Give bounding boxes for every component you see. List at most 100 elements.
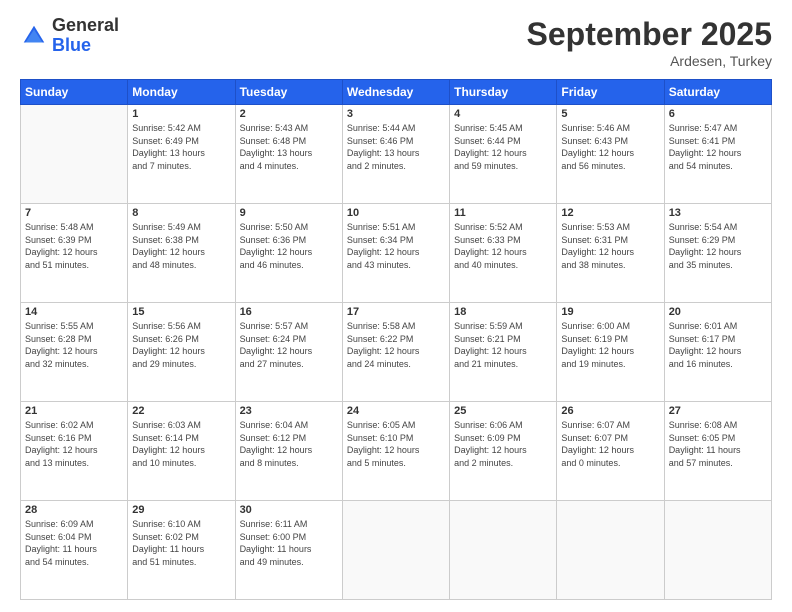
day-number: 8 [132,207,230,219]
calendar-cell [664,501,771,600]
calendar-cell: 30Sunrise: 6:11 AM Sunset: 6:00 PM Dayli… [235,501,342,600]
week-row-1: 1 Sunrise: 5:42 AM Sunset: 6:49 PM Daylig… [21,105,772,204]
calendar-cell: 7 Sunrise: 5:48 AM Sunset: 6:39 PM Daylig… [21,204,128,303]
calendar-cell: 13Sunrise: 5:54 AM Sunset: 6:29 PM Dayli… [664,204,771,303]
calendar-cell: 21Sunrise: 6:02 AM Sunset: 6:16 PM Dayli… [21,402,128,501]
day-number: 24 [347,405,445,417]
calendar-cell: 15 Sunrise: 5:56 AM Sunset: 6:26 PM Dayli… [128,303,235,402]
calendar-cell: 22Sunrise: 6:03 AM Sunset: 6:14 PM Dayli… [128,402,235,501]
col-saturday: Saturday [664,80,771,105]
calendar-cell: 10 Sunrise: 5:51 AM Sunset: 6:34 PM Dayli… [342,204,449,303]
day-info: Sunrise: 5:52 AM Sunset: 6:33 PM Dayligh… [454,221,552,271]
header-row: Sunday Monday Tuesday Wednesday Thursday… [21,80,772,105]
day-info: Sunrise: 6:03 AM Sunset: 6:14 PM Dayligh… [132,419,230,469]
day-info: Sunrise: 5:55 AM Sunset: 6:28 PM Dayligh… [25,320,123,370]
calendar-cell: 16 Sunrise: 5:57 AM Sunset: 6:24 PM Dayli… [235,303,342,402]
day-number: 11 [454,207,552,219]
day-info: Sunrise: 5:44 AM Sunset: 6:46 PM Dayligh… [347,122,445,172]
day-info: Sunrise: 5:48 AM Sunset: 6:39 PM Dayligh… [25,221,123,271]
col-tuesday: Tuesday [235,80,342,105]
day-number: 12 [561,207,659,219]
day-info: Sunrise: 6:10 AM Sunset: 6:02 PM Dayligh… [132,518,230,568]
day-info: Sunrise: 5:56 AM Sunset: 6:26 PM Dayligh… [132,320,230,370]
day-number: 9 [240,207,338,219]
calendar-cell: 28Sunrise: 6:09 AM Sunset: 6:04 PM Dayli… [21,501,128,600]
day-number: 3 [347,108,445,120]
day-info: Sunrise: 5:42 AM Sunset: 6:49 PM Dayligh… [132,122,230,172]
calendar-cell [450,501,557,600]
day-info: Sunrise: 5:47 AM Sunset: 6:41 PM Dayligh… [669,122,767,172]
day-number: 23 [240,405,338,417]
day-info: Sunrise: 5:51 AM Sunset: 6:34 PM Dayligh… [347,221,445,271]
logo-general-text: General [52,16,119,36]
day-info: Sunrise: 6:06 AM Sunset: 6:09 PM Dayligh… [454,419,552,469]
day-number: 30 [240,504,338,516]
calendar-cell: 17 Sunrise: 5:58 AM Sunset: 6:22 PM Dayli… [342,303,449,402]
calendar-cell [342,501,449,600]
logo-blue-text: Blue [52,36,119,56]
day-info: Sunrise: 6:01 AM Sunset: 6:17 PM Dayligh… [669,320,767,370]
calendar-cell: 2 Sunrise: 5:43 AM Sunset: 6:48 PM Daylig… [235,105,342,204]
calendar-cell: 6 Sunrise: 5:47 AM Sunset: 6:41 PM Daylig… [664,105,771,204]
day-number: 16 [240,306,338,318]
day-info: Sunrise: 6:02 AM Sunset: 6:16 PM Dayligh… [25,419,123,469]
day-info: Sunrise: 5:46 AM Sunset: 6:43 PM Dayligh… [561,122,659,172]
day-number: 17 [347,306,445,318]
day-number: 15 [132,306,230,318]
calendar-cell: 1 Sunrise: 5:42 AM Sunset: 6:49 PM Daylig… [128,105,235,204]
col-wednesday: Wednesday [342,80,449,105]
calendar-cell: 29 Sunrise: 6:10 AM Sunset: 6:02 PM Dayli… [128,501,235,600]
day-info: Sunrise: 5:53 AM Sunset: 6:31 PM Dayligh… [561,221,659,271]
page: General Blue September 2025 Ardesen, Tur… [0,0,792,612]
calendar-cell: 27Sunrise: 6:08 AM Sunset: 6:05 PM Dayli… [664,402,771,501]
day-info: Sunrise: 5:57 AM Sunset: 6:24 PM Dayligh… [240,320,338,370]
day-number: 19 [561,306,659,318]
day-number: 10 [347,207,445,219]
day-info: Sunrise: 6:04 AM Sunset: 6:12 PM Dayligh… [240,419,338,469]
day-number: 5 [561,108,659,120]
day-info: Sunrise: 5:58 AM Sunset: 6:22 PM Dayligh… [347,320,445,370]
calendar-cell: 9 Sunrise: 5:50 AM Sunset: 6:36 PM Daylig… [235,204,342,303]
day-number: 14 [25,306,123,318]
week-row-5: 28Sunrise: 6:09 AM Sunset: 6:04 PM Dayli… [21,501,772,600]
calendar-cell: 12 Sunrise: 5:53 AM Sunset: 6:31 PM Dayli… [557,204,664,303]
calendar-cell: 26 Sunrise: 6:07 AM Sunset: 6:07 PM Dayli… [557,402,664,501]
day-number: 29 [132,504,230,516]
logo: General Blue [20,16,119,56]
calendar-cell [557,501,664,600]
day-info: Sunrise: 5:43 AM Sunset: 6:48 PM Dayligh… [240,122,338,172]
day-info: Sunrise: 6:07 AM Sunset: 6:07 PM Dayligh… [561,419,659,469]
logo-icon [20,22,48,50]
day-number: 25 [454,405,552,417]
day-number: 26 [561,405,659,417]
day-number: 27 [669,405,767,417]
day-number: 18 [454,306,552,318]
calendar-cell: 20 Sunrise: 6:01 AM Sunset: 6:17 PM Dayli… [664,303,771,402]
calendar-cell: 8 Sunrise: 5:49 AM Sunset: 6:38 PM Daylig… [128,204,235,303]
col-friday: Friday [557,80,664,105]
day-info: Sunrise: 5:59 AM Sunset: 6:21 PM Dayligh… [454,320,552,370]
day-number: 20 [669,306,767,318]
calendar-cell: 5 Sunrise: 5:46 AM Sunset: 6:43 PM Daylig… [557,105,664,204]
calendar-cell: 14 Sunrise: 5:55 AM Sunset: 6:28 PM Dayli… [21,303,128,402]
day-info: Sunrise: 5:49 AM Sunset: 6:38 PM Dayligh… [132,221,230,271]
day-number: 1 [132,108,230,120]
calendar-location: Ardesen, Turkey [527,53,772,69]
day-info: Sunrise: 6:00 AM Sunset: 6:19 PM Dayligh… [561,320,659,370]
day-info: Sunrise: 6:05 AM Sunset: 6:10 PM Dayligh… [347,419,445,469]
calendar-cell: 19 Sunrise: 6:00 AM Sunset: 6:19 PM Dayli… [557,303,664,402]
calendar-cell: 4Sunrise: 5:45 AM Sunset: 6:44 PM Daylig… [450,105,557,204]
week-row-2: 7 Sunrise: 5:48 AM Sunset: 6:39 PM Daylig… [21,204,772,303]
day-number: 6 [669,108,767,120]
day-info: Sunrise: 5:50 AM Sunset: 6:36 PM Dayligh… [240,221,338,271]
col-thursday: Thursday [450,80,557,105]
day-number: 7 [25,207,123,219]
logo-text: General Blue [52,16,119,56]
col-sunday: Sunday [21,80,128,105]
day-number: 13 [669,207,767,219]
calendar-cell: 23 Sunrise: 6:04 AM Sunset: 6:12 PM Dayli… [235,402,342,501]
day-number: 2 [240,108,338,120]
week-row-3: 14 Sunrise: 5:55 AM Sunset: 6:28 PM Dayli… [21,303,772,402]
calendar-cell: 11 Sunrise: 5:52 AM Sunset: 6:33 PM Dayli… [450,204,557,303]
title-block: September 2025 Ardesen, Turkey [527,16,772,69]
